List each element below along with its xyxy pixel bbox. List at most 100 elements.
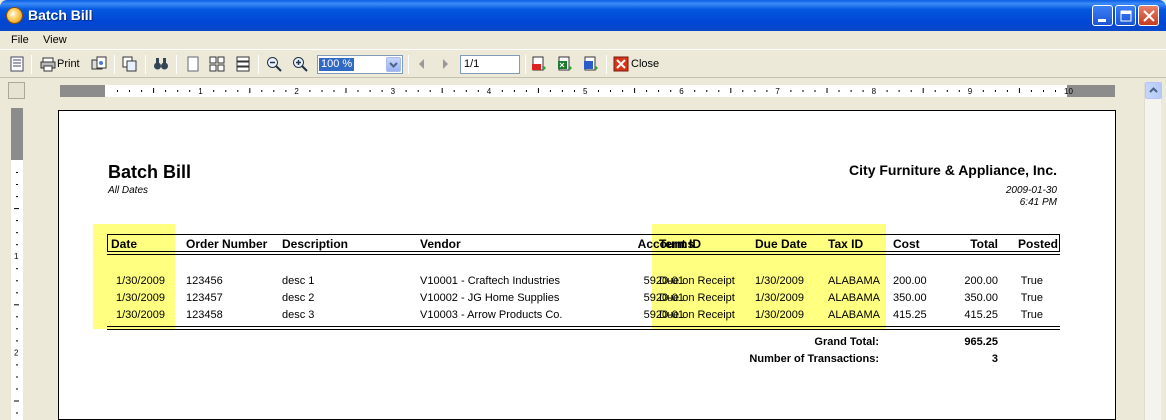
minimize-button[interactable] xyxy=(1092,5,1113,26)
ruler-tick xyxy=(634,88,636,93)
table-cell: ALABAMA xyxy=(828,309,880,321)
table-cell: 200.00 xyxy=(964,275,998,287)
close-report-icon[interactable] xyxy=(613,56,629,72)
column-header-terms: Terms xyxy=(659,237,695,251)
table-cell: V10003 - Arrow Products Co. xyxy=(420,309,563,321)
ruler-tick xyxy=(357,90,359,92)
export-excel-icon[interactable] xyxy=(557,56,573,72)
ruler-number: 8 xyxy=(872,87,877,96)
column-header-description: Description xyxy=(282,237,349,251)
ruler-tick xyxy=(1055,90,1056,92)
table-cell: 200.00 xyxy=(893,275,927,287)
table-cell: 123457 xyxy=(186,292,223,304)
menu-file[interactable]: File xyxy=(11,34,29,46)
column-header-posted: Posted xyxy=(1017,237,1058,251)
multi-page-icon[interactable] xyxy=(209,56,225,72)
ruler-tick xyxy=(309,90,311,92)
report-date: 2009-01-30 xyxy=(1005,185,1057,196)
ruler-tick xyxy=(321,90,323,92)
close-button[interactable]: Close xyxy=(631,58,659,70)
ruler-tick xyxy=(1006,90,1008,92)
ruler-number: 6 xyxy=(679,87,684,96)
ruler-tick xyxy=(610,90,611,92)
ruler-tick xyxy=(16,196,18,198)
report-page: Batch Bill All Dates City Furniture & Ap… xyxy=(58,110,1116,420)
column-header-due-date: Due Date xyxy=(755,237,808,251)
company-name: City Furniture & Appliance, Inc. xyxy=(849,162,1057,178)
report-title: Batch Bill xyxy=(108,162,192,182)
table-cell: 1/30/2009 xyxy=(116,275,165,287)
ruler-number: 1 xyxy=(14,252,19,261)
ruler-tick xyxy=(790,90,792,92)
ruler-tick xyxy=(237,90,239,92)
continuous-page-icon[interactable] xyxy=(235,56,251,72)
ruler-tick xyxy=(934,90,936,92)
column-header-total: Total xyxy=(970,237,998,251)
ruler-tick xyxy=(153,88,155,93)
ruler-tick xyxy=(16,184,18,185)
page-setup-icon[interactable] xyxy=(91,56,107,72)
horizontal-ruler: 1 2 3 4 5 6 7 8 9 10 xyxy=(60,85,1115,97)
ruler-tick xyxy=(285,90,287,92)
ruler-tick xyxy=(646,90,648,92)
transactions-label: Number of Transactions: xyxy=(749,353,879,365)
zoom-value: 100 % xyxy=(319,58,355,71)
copy-icon[interactable] xyxy=(122,56,138,72)
toolbar: Print 100 % 1/1 Close xyxy=(0,49,1166,78)
close-icon xyxy=(1143,10,1155,22)
total-rule-2 xyxy=(107,329,1060,330)
maximize-button[interactable] xyxy=(1115,5,1136,26)
table-cell: V10001 - Craftech Industries xyxy=(420,275,561,287)
chevron-down-icon[interactable] xyxy=(386,57,401,72)
ruler-tick xyxy=(129,90,130,92)
document-outline-icon[interactable] xyxy=(9,56,25,72)
ruler-tick xyxy=(14,400,19,402)
ruler-tick xyxy=(16,316,18,318)
ruler-tick xyxy=(16,280,18,282)
zoom-select[interactable]: 100 % xyxy=(317,55,403,74)
ruler-number: 9 xyxy=(968,87,973,96)
ruler-tick xyxy=(16,412,18,414)
ruler-tick xyxy=(261,90,263,92)
previous-page-icon[interactable] xyxy=(414,56,430,72)
vertical-scrollbar[interactable] xyxy=(1144,82,1162,420)
ruler-tick xyxy=(16,376,18,378)
menu-view[interactable]: View xyxy=(43,34,67,46)
printer-icon[interactable] xyxy=(40,56,56,72)
ruler-tick xyxy=(381,90,383,92)
single-page-icon[interactable] xyxy=(185,56,201,72)
zoom-out-icon[interactable] xyxy=(266,56,282,72)
grand-total-label: Grand Total: xyxy=(814,336,879,348)
ruler-tick xyxy=(513,90,515,92)
ruler-tick xyxy=(706,90,708,92)
close-window-button[interactable] xyxy=(1138,5,1159,26)
ruler-number: 1 xyxy=(198,87,203,96)
page-number-input[interactable]: 1/1 xyxy=(460,55,520,74)
ruler-tick xyxy=(249,88,251,93)
export-pdf-icon[interactable] xyxy=(531,56,547,72)
export-word-icon[interactable] xyxy=(583,56,599,72)
zoom-in-icon[interactable] xyxy=(292,56,308,72)
ruler-number: 5 xyxy=(583,87,588,96)
ruler-tick xyxy=(477,90,479,92)
ruler-tick xyxy=(694,90,696,92)
next-page-icon[interactable] xyxy=(437,56,453,72)
ruler-tick xyxy=(117,90,118,92)
ruler-tick xyxy=(441,88,443,93)
ruler-tick xyxy=(850,90,852,92)
ruler-tick xyxy=(333,90,335,92)
window-title: Batch Bill xyxy=(28,7,93,23)
ruler-tick xyxy=(16,244,18,246)
ruler-corner xyxy=(8,82,25,99)
print-button[interactable]: Print xyxy=(57,58,80,70)
ruler-tick xyxy=(886,90,888,92)
ruler-tick xyxy=(574,90,575,92)
ruler-tick xyxy=(417,90,419,92)
ruler-tick xyxy=(838,90,840,92)
find-binoculars-icon[interactable] xyxy=(153,56,169,72)
ruler-tick xyxy=(910,90,912,92)
table-cell: desc 2 xyxy=(282,292,315,304)
table-cell: ALABAMA xyxy=(828,292,880,304)
scroll-up-button[interactable] xyxy=(1145,82,1162,99)
app-icon xyxy=(6,7,23,24)
